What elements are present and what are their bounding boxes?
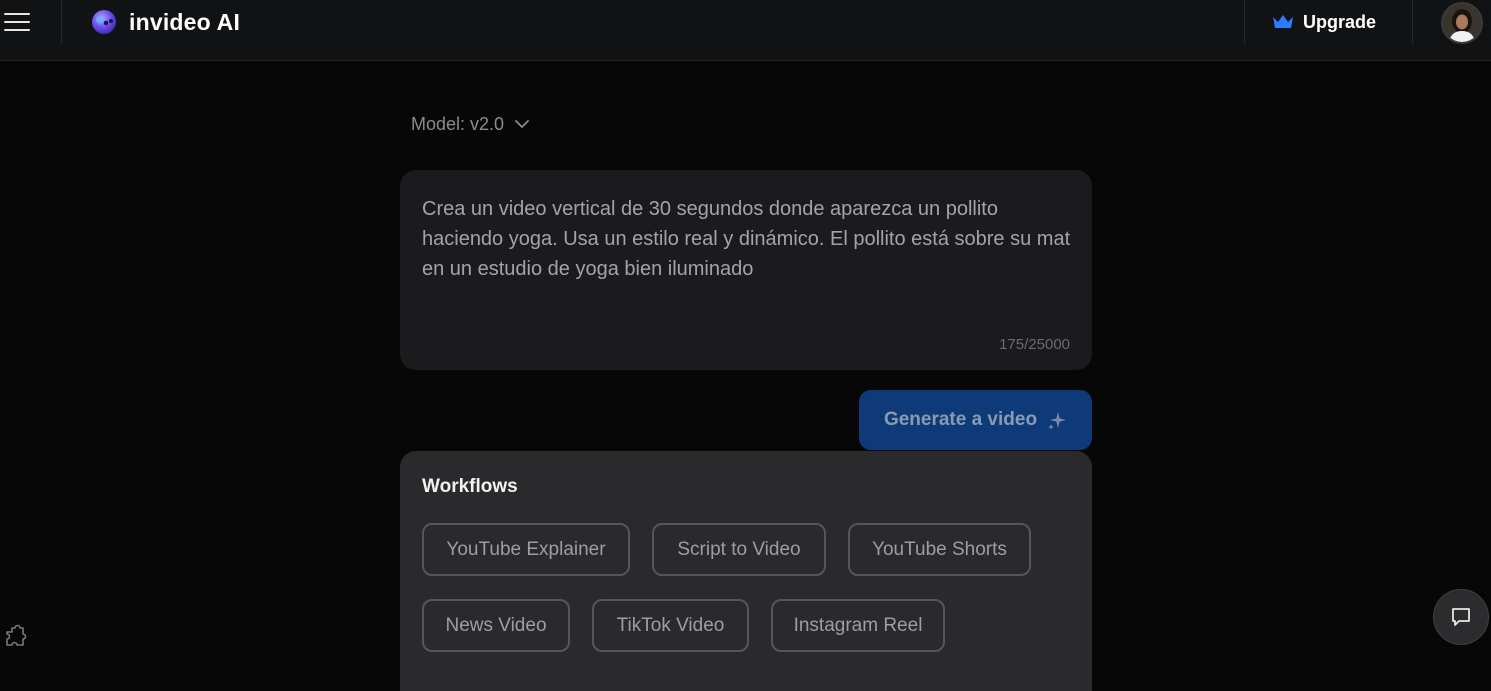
crown-icon bbox=[1273, 15, 1293, 28]
upgrade-label: Upgrade bbox=[1303, 11, 1377, 32]
model-label: Model: v2.0 bbox=[411, 113, 505, 134]
workflow-instagram-reel[interactable]: Instagram Reel bbox=[771, 599, 945, 652]
workflow-script-to-video[interactable]: Script to Video bbox=[652, 523, 826, 576]
model-selector[interactable]: Model: v2.0 bbox=[411, 112, 530, 136]
top-bar: invideo AI Upgrade bbox=[0, 0, 1491, 61]
workflow-tiktok-video[interactable]: TikTok Video bbox=[592, 599, 749, 652]
sparkle-icon bbox=[1048, 412, 1067, 430]
support-chat-button[interactable] bbox=[1433, 589, 1489, 645]
generate-video-button[interactable]: Generate a video bbox=[859, 390, 1092, 450]
workflow-news-video[interactable]: News Video bbox=[422, 599, 570, 652]
user-avatar[interactable] bbox=[1441, 2, 1483, 44]
hamburger-menu-icon[interactable] bbox=[4, 10, 32, 34]
brand-logo[interactable]: invideo AI bbox=[90, 8, 240, 36]
invideo-logo-icon bbox=[92, 10, 116, 34]
chat-bubble-icon bbox=[1452, 608, 1470, 626]
generate-label: Generate a video bbox=[883, 409, 1038, 430]
prompt-input[interactable]: Crea un video vertical de 30 segundos do… bbox=[400, 170, 1092, 370]
header-divider bbox=[1412, 0, 1413, 44]
brand-name: invideo AI bbox=[129, 8, 241, 35]
workflow-youtube-shorts[interactable]: YouTube Shorts bbox=[848, 523, 1031, 576]
chevron-down-icon bbox=[515, 120, 529, 128]
puzzle-icon[interactable] bbox=[4, 624, 30, 650]
header-divider bbox=[61, 0, 62, 44]
header-divider bbox=[1244, 0, 1245, 44]
workflows-panel: Workflows YouTube Explainer Script to Vi… bbox=[400, 451, 1092, 691]
upgrade-button[interactable]: Upgrade bbox=[1272, 10, 1376, 34]
workflow-youtube-explainer[interactable]: YouTube Explainer bbox=[422, 523, 630, 576]
prompt-text[interactable]: Crea un video vertical de 30 segundos do… bbox=[422, 194, 1072, 284]
workflows-title: Workflows bbox=[422, 476, 518, 497]
character-count: 175/25000 bbox=[999, 336, 1070, 353]
